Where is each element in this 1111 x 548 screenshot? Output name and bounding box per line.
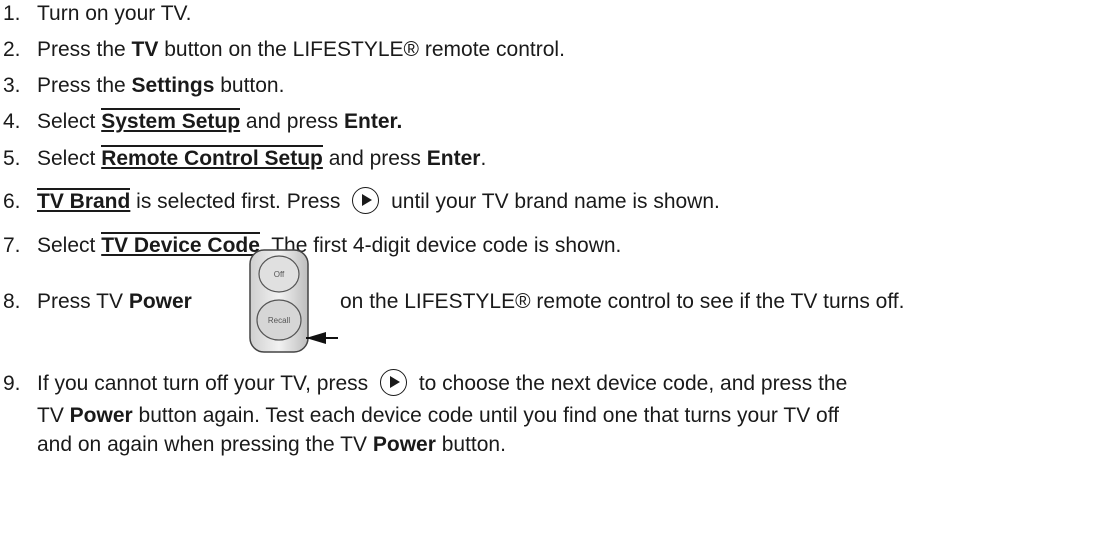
button-name: TV xyxy=(131,38,159,61)
step-number: 4. xyxy=(3,110,21,133)
step-text-part: Press the xyxy=(37,74,132,97)
step-text-part: If you cannot turn off your TV, press xyxy=(37,372,374,395)
right-arrow-button-icon xyxy=(352,186,380,214)
step-text-part: button. xyxy=(435,433,506,456)
step-text: Press the TV button on the LIFESTYLE® re… xyxy=(37,36,565,64)
button-name: Enter xyxy=(426,147,481,170)
step-number: 1. xyxy=(3,2,21,25)
step-9-line-3: and on again when pressing the TV Power … xyxy=(37,431,506,459)
step-number: 7. xyxy=(3,234,21,257)
button-name: Settings xyxy=(131,74,215,97)
step-text-part: button. xyxy=(214,74,285,97)
step-text-part: Press TV xyxy=(37,290,129,313)
button-name: Power xyxy=(372,433,436,456)
step-text-part: TV xyxy=(37,404,70,427)
step-number: 6. xyxy=(3,190,21,213)
remote-recall-label: Recall xyxy=(268,316,290,325)
step-text: Press TV Power xyxy=(37,288,192,316)
step-text-part: Select xyxy=(37,147,102,170)
step-text: Select System Setup and press Enter. xyxy=(37,108,402,136)
step-text-part: and press xyxy=(322,147,427,170)
step-number: 5. xyxy=(3,147,21,170)
step-text-part: . xyxy=(480,147,487,170)
step-text-part: Turn on your TV. xyxy=(37,2,192,25)
step-text-part: to choose the next device code, and pres… xyxy=(412,372,848,395)
menu-item-name: TV Brand xyxy=(37,188,131,213)
button-name: Power xyxy=(69,404,133,427)
step-text: Press the Settings button. xyxy=(37,72,284,100)
step-text-part: button again. Test each device code unti… xyxy=(132,404,840,427)
step-text-part: Press the xyxy=(37,38,132,61)
menu-item-name: Remote Control Setup xyxy=(101,145,323,170)
step-number: 3. xyxy=(3,74,21,97)
remote-off-label: Off xyxy=(274,270,285,279)
step-number: 8. xyxy=(3,290,21,313)
step-text-part: Select xyxy=(37,234,102,257)
button-name: Enter. xyxy=(344,110,403,133)
step-9-line-2: TV Power button again. Test each device … xyxy=(37,402,839,430)
step-text: If you cannot turn off your TV, press to… xyxy=(37,368,848,398)
step-number: 9. xyxy=(3,372,21,395)
menu-item-name: System Setup xyxy=(101,108,241,133)
right-arrow-button-icon xyxy=(379,368,407,396)
step-text-part: and on again when pressing the TV xyxy=(37,433,373,456)
step-text: Select Remote Control Setup and press En… xyxy=(37,145,486,173)
menu-item-name: TV Device Code xyxy=(101,232,260,257)
step-text-part: and press xyxy=(240,110,344,133)
step-text-part: Select xyxy=(37,110,102,133)
step-text-part: is selected first. Press xyxy=(130,190,347,213)
step-text-part: until your TV brand name is shown. xyxy=(385,190,720,213)
remote-power-button-icon: Off Recall xyxy=(246,246,346,358)
step-number: 2. xyxy=(3,38,21,61)
step-text: Turn on your TV. xyxy=(37,0,191,28)
step-text-part: button on the LIFESTYLE® remote control. xyxy=(158,38,565,61)
step-text-part: on the LIFESTYLE® remote control to see … xyxy=(340,290,905,313)
step-text: TV Brand is selected first. Press until … xyxy=(37,186,720,216)
button-name: Power xyxy=(128,290,192,313)
